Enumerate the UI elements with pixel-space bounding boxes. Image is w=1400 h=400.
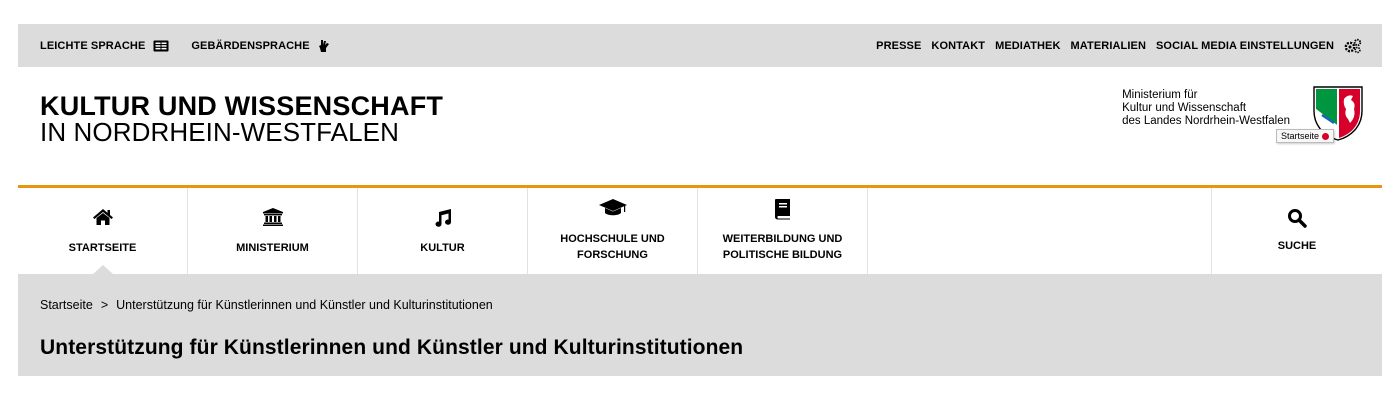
sign-language-link[interactable]: GEBÄRDENSPRACHE — [191, 40, 309, 52]
music-note-icon — [358, 208, 527, 228]
active-indicator — [92, 265, 113, 274]
service-bar: LEICHTE SPRACHE GEBÄRDENSPRACHE PRESSE K… — [18, 24, 1382, 67]
home-tooltip: Startseite — [1275, 129, 1334, 143]
site-header: KULTUR UND WISSENSCHAFT IN NORDRHEIN-WES… — [18, 67, 1382, 188]
sign-hand-icon[interactable] — [318, 39, 330, 53]
nav-item-hochschule-und-forschung[interactable]: HOCHSCHULE UND FORSCHUNG — [528, 188, 698, 274]
page-frame: LEICHTE SPRACHE GEBÄRDENSPRACHE PRESSE K… — [18, 24, 1382, 376]
gears-icon[interactable] — [1344, 38, 1362, 54]
media-library-link[interactable]: MEDIATHEK — [995, 40, 1060, 52]
site-logo-link[interactable]: KULTUR UND WISSENSCHAFT IN NORDRHEIN-WES… — [40, 91, 444, 147]
ministry-name[interactable]: Ministerium für Kultur und Wissenschaft … — [1122, 89, 1290, 128]
social-media-settings-link[interactable]: SOCIAL MEDIA EINSTELLUNGEN — [1156, 40, 1334, 52]
page-header-area: Startseite > Unterstützung für Künstleri… — [18, 274, 1382, 376]
graduation-cap-icon — [528, 198, 697, 218]
book-list-icon[interactable] — [153, 40, 169, 52]
institution-icon — [188, 208, 357, 226]
page-title: Unterstützung für Künstlerinnen und Küns… — [40, 336, 744, 359]
nav-item-kultur[interactable]: KULTUR — [358, 188, 528, 274]
nav-item-ministerium[interactable]: MINISTERIUM — [188, 188, 358, 274]
book-icon — [698, 198, 867, 220]
breadcrumb-separator: > — [100, 298, 109, 312]
home-icon — [18, 208, 187, 226]
nav-item-startseite[interactable]: STARTSEITE — [18, 188, 188, 274]
easy-language-link[interactable]: LEICHTE SPRACHE — [40, 40, 145, 52]
brand-title-line1: KULTUR UND WISSENSCHAFT — [40, 91, 444, 121]
main-navigation: STARTSEITE MINISTERIUM KULTUR HOCHSCHULE… — [18, 188, 1382, 274]
contact-link[interactable]: KONTAKT — [931, 40, 985, 52]
materials-link[interactable]: MATERIALIEN — [1071, 40, 1146, 52]
brand-title-line2: IN NORDRHEIN-WESTFALEN — [40, 117, 400, 147]
nav-item-suche[interactable]: SUCHE — [1212, 188, 1382, 274]
breadcrumb-home-link[interactable]: Startseite — [40, 298, 93, 312]
nav-item-weiterbildung[interactable]: WEITERBILDUNG UND POLITISCHE BILDUNG — [698, 188, 868, 274]
breadcrumb: Startseite > Unterstützung für Künstleri… — [40, 298, 493, 312]
search-icon — [1212, 208, 1382, 228]
nav-spacer — [868, 188, 1212, 274]
breadcrumb-current: Unterstützung für Künstlerinnen und Küns… — [116, 298, 493, 312]
press-link[interactable]: PRESSE — [876, 40, 921, 52]
